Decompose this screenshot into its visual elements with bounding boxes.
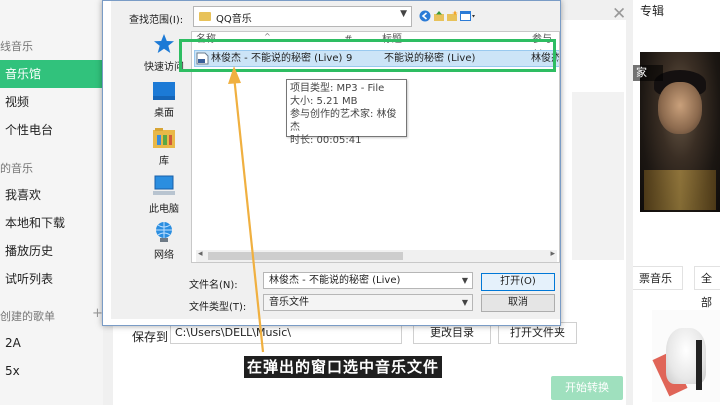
convert-panel-preview: [572, 92, 624, 260]
place-network-label: 网络: [154, 250, 174, 261]
album-cover[interactable]: [652, 310, 720, 402]
star-icon: [154, 34, 174, 53]
sidebar-item-video[interactable]: 视频: [0, 88, 103, 116]
place-quick-access-label: 快速访问: [144, 62, 184, 73]
scroll-thumb[interactable]: [208, 252, 403, 260]
computer-icon: [153, 175, 175, 195]
tooltip-duration: 时长: 00:05:41: [290, 135, 362, 146]
sidebar-item-radio[interactable]: 个性电台: [0, 116, 103, 144]
place-desktop-label: 桌面: [154, 108, 174, 119]
folder-icon: [199, 12, 211, 21]
network-icon: [156, 222, 172, 242]
sidebar-item-trial-list[interactable]: 试听列表: [0, 265, 103, 293]
tooltip-size: 大小: 5.21 MB: [290, 96, 358, 107]
scroll-left-icon[interactable]: ◂: [198, 249, 203, 259]
place-this-pc[interactable]: 此电脑: [129, 175, 199, 215]
place-network[interactable]: 网络: [129, 221, 199, 261]
sidebar-section-my-music: 的音乐: [0, 162, 33, 175]
chevron-down-icon[interactable]: ▼: [462, 273, 468, 288]
view-menu-icon[interactable]: [460, 10, 476, 22]
look-in-combo[interactable]: QQ音乐 ▼: [193, 6, 412, 27]
filetype-label: 文件类型(T):: [189, 302, 247, 313]
tab-album[interactable]: 专辑: [640, 2, 664, 19]
place-libraries[interactable]: 库: [129, 127, 199, 167]
filetype-value: 音乐文件: [269, 297, 309, 308]
artist-tag: 家: [633, 65, 663, 81]
file-info-tooltip: 项目类型: MP3 - File 大小: 5.21 MB 参与创作的艺术家: 林…: [286, 79, 407, 146]
desktop-icon: [153, 82, 175, 100]
pill-all[interactable]: 全部: [694, 266, 720, 309]
video-caption: 在弹出的窗口选中音乐文件: [244, 356, 443, 378]
filetype-select[interactable]: 音乐文件 ▼: [263, 294, 473, 311]
pill-music[interactable]: 票音乐: [633, 266, 683, 290]
sidebar-item-music-hall[interactable]: 音乐馆: [0, 60, 103, 88]
cancel-button[interactable]: 取消: [481, 294, 555, 312]
chevron-down-icon: ▼: [461, 298, 468, 307]
start-convert-button[interactable]: 开始转换: [551, 376, 623, 400]
filename-value: 林俊杰 - 不能说的秘密 (Live): [269, 275, 401, 286]
tooltip-type: 项目类型: MP3 - File: [290, 83, 385, 94]
sidebar-playlist-2a[interactable]: 2A: [0, 329, 103, 357]
sidebar-section-online: 线音乐: [0, 40, 33, 53]
look-in-value: QQ音乐: [216, 14, 252, 25]
up-folder-icon[interactable]: [433, 10, 445, 22]
filename-label: 文件名(N):: [189, 280, 238, 291]
place-desktop[interactable]: 桌面: [129, 81, 199, 119]
back-icon[interactable]: [419, 10, 431, 22]
sidebar-item-history[interactable]: 播放历史: [0, 237, 103, 265]
place-libraries-label: 库: [159, 156, 169, 167]
sidebar-item-favorites[interactable]: 我喜欢: [0, 181, 103, 209]
save-to-label: 保存到: [132, 330, 169, 344]
sidebar-section-created-playlists: 创建的歌单: [0, 310, 55, 323]
sidebar-playlist-5x[interactable]: 5x: [0, 357, 103, 385]
scroll-right-icon[interactable]: ▸: [550, 249, 555, 259]
open-button[interactable]: 打开(O): [481, 273, 555, 291]
highlight-box: [179, 39, 556, 72]
look-in-label: 查找范围(I):: [129, 15, 184, 26]
chevron-down-icon: ▼: [400, 9, 407, 19]
app-sidebar: 线音乐 音乐馆 视频 个性电台 的音乐 我喜欢 本地和下载 播放历史 试听列表 …: [0, 0, 103, 405]
filename-input[interactable]: 林俊杰 - 不能说的秘密 (Live) ▼: [263, 272, 473, 289]
place-this-pc-label: 此电脑: [149, 204, 179, 215]
library-icon: [153, 128, 175, 148]
new-folder-icon[interactable]: [446, 10, 458, 22]
sidebar-item-local-downloads[interactable]: 本地和下载: [0, 209, 103, 237]
tooltip-artist: 参与创作的艺术家: 林俊杰: [290, 109, 397, 133]
horizontal-scrollbar[interactable]: ◂ ▸: [196, 249, 557, 262]
